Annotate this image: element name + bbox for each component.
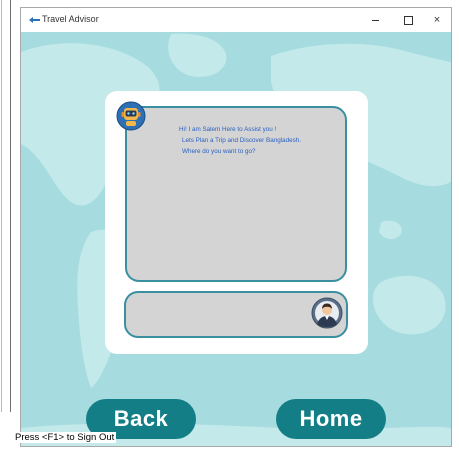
minimize-button[interactable] [357,8,393,32]
bot-message: Where do you want to go? [182,148,256,155]
bot-message: Lets Plan a Trip and Discover Bangladesh… [182,137,302,144]
window-title: Travel Advisor [42,14,99,24]
app-arrow-icon [29,17,40,23]
user-avatar-icon[interactable] [311,297,343,329]
sign-out-hint: Press <F1> to Sign Out [13,432,117,443]
home-button[interactable]: Home [276,399,386,439]
close-button[interactable]: × [419,8,451,32]
maximize-icon [403,15,413,25]
background-window-divider [1,0,2,412]
minimize-icon [371,19,379,21]
app-window: Travel Advisor × Hi! I am Salem Here to … [20,7,452,447]
title-bar[interactable]: Travel Advisor × [21,8,451,32]
main-content: Hi! I am Salem Here to Assist you ! Lets… [21,32,451,446]
close-icon: × [433,14,441,26]
background-window-edge [0,0,11,412]
chat-history[interactable]: Hi! I am Salem Here to Assist you ! Lets… [125,106,347,282]
bot-message: Hi! I am Salem Here to Assist you ! [179,126,277,133]
bot-message-group: Hi! I am Salem Here to Assist you ! Lets… [179,124,301,157]
chat-card: Hi! I am Salem Here to Assist you ! Lets… [105,91,368,354]
robot-avatar-icon [116,101,146,131]
